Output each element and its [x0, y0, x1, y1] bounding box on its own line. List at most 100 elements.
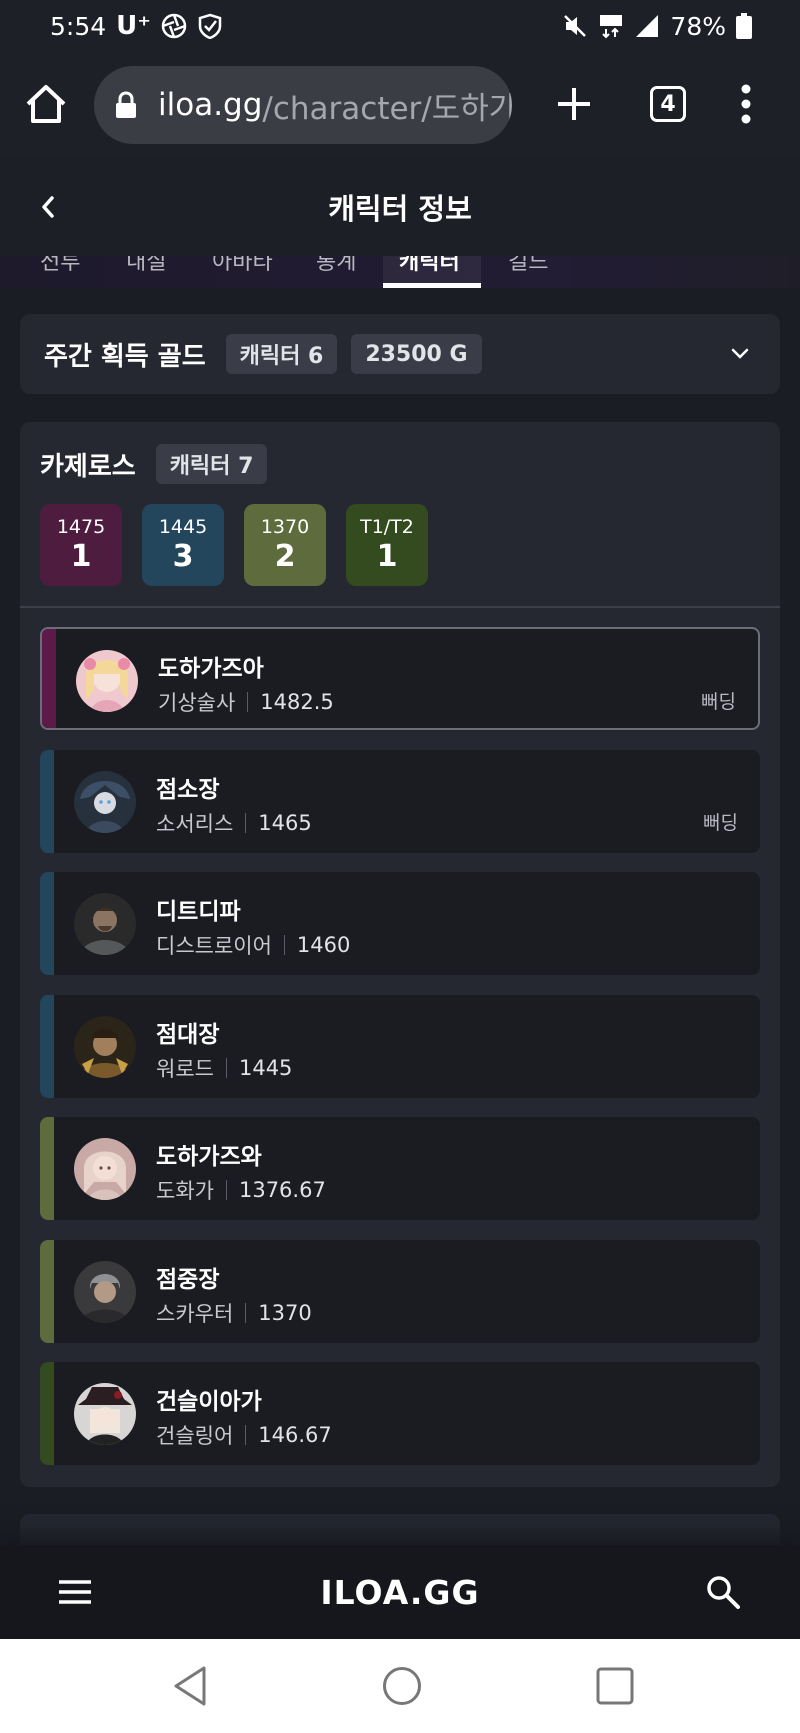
- character-item-level: 146.67: [258, 1423, 332, 1447]
- character-name: 점중장: [156, 1266, 220, 1293]
- character-item[interactable]: 도하가즈와 도화가 1376.67: [40, 1117, 760, 1220]
- active-tab-indicator: [383, 283, 481, 288]
- tier-count: 1: [376, 539, 398, 574]
- character-list: 도하가즈아 기상술사 1482.5 뻐딩 점소장 소서리스 1465 뻐딩 디트…: [40, 627, 760, 1485]
- avatar: [74, 1015, 136, 1078]
- divider: [20, 606, 780, 608]
- level-accent-bar: [40, 1117, 54, 1220]
- character-class: 도화가: [156, 1179, 214, 1203]
- level-accent-bar: [40, 1362, 54, 1465]
- new-tab-icon[interactable]: [556, 86, 592, 122]
- lock-icon: [116, 91, 136, 118]
- avatar: [76, 650, 138, 712]
- separator: [283, 935, 285, 955]
- home-circle-icon[interactable]: [382, 1666, 422, 1706]
- tier-count: 3: [172, 539, 194, 574]
- character-name: 건슬이아가: [156, 1389, 262, 1415]
- tier-count: 2: [274, 539, 296, 574]
- character-item[interactable]: 건슬이아가 건슬링어 146.67: [40, 1362, 760, 1465]
- url-bar[interactable]: iloa.gg/character/도하가즈: [94, 66, 512, 144]
- character-class: 디스트로이어: [156, 934, 272, 958]
- system-nav-bar: [0, 1639, 800, 1733]
- hamburger-menu-icon[interactable]: [58, 1579, 92, 1605]
- level-accent-bar: [40, 994, 54, 1098]
- character-item-level: 1482.5: [260, 690, 334, 714]
- separator: [245, 1425, 247, 1445]
- chevron-down-icon[interactable]: [730, 344, 750, 364]
- tier-box: 1475 1: [40, 504, 122, 586]
- back-arrow-icon[interactable]: [36, 190, 60, 224]
- server-name: 카제로스: [40, 451, 136, 482]
- shield-check-icon: [198, 13, 222, 39]
- tier-label: T1/T2: [360, 516, 414, 538]
- level-accent-bar: [40, 872, 54, 975]
- tab-characters[interactable]: 캐릭터: [399, 256, 460, 276]
- tier-summary: 1475 1 1445 3 1370 2 T1/T2 1: [40, 504, 428, 586]
- character-name: 점소장: [156, 776, 220, 803]
- separator: [225, 1057, 227, 1078]
- browser-toolbar: iloa.gg/character/도하가즈 4: [0, 52, 800, 158]
- page-title: 캐릭터 정보: [328, 192, 472, 226]
- site-logo[interactable]: ILOA.GG: [320, 1573, 479, 1612]
- tier-box: T1/T2 1: [346, 504, 428, 586]
- back-triangle-icon[interactable]: [170, 1665, 210, 1707]
- lte-icon: [600, 15, 623, 39]
- character-item-level: 1445: [238, 1055, 293, 1080]
- battery-icon: [736, 13, 752, 39]
- signal-icon: [636, 15, 659, 37]
- character-class: 건슬링어: [156, 1424, 234, 1448]
- character-class: 워로드: [156, 1056, 214, 1081]
- character-item-level: 1460: [296, 933, 351, 957]
- home-icon[interactable]: [24, 82, 68, 126]
- battery-percent: 78%: [670, 11, 726, 41]
- character-name: 점대장: [156, 1021, 220, 1048]
- avatar: [74, 1138, 136, 1200]
- separator: [245, 812, 247, 833]
- status-bar: 5:54 U⁺ 78%: [0, 0, 800, 52]
- tab-avatar[interactable]: 아바타: [212, 256, 273, 276]
- site-bottom-nav: ILOA.GG: [0, 1545, 800, 1639]
- character-item[interactable]: 점대장 워로드 1445: [40, 994, 760, 1098]
- tab-battle[interactable]: 전투: [40, 256, 80, 276]
- weekly-gold-card[interactable]: 주간 획득 골드 캐릭터 6 23500 G: [20, 314, 780, 394]
- character-item[interactable]: 도하가즈아 기상술사 1482.5 뻐딩: [40, 627, 760, 730]
- tab-stats[interactable]: 통계: [316, 256, 356, 276]
- character-item[interactable]: 점소장 소서리스 1465 뻐딩: [40, 749, 760, 853]
- tier-box: 1370 2: [244, 504, 326, 586]
- url-host: iloa.gg: [158, 87, 263, 123]
- status-time: 5:54: [50, 11, 107, 41]
- tier-count: 1: [70, 539, 92, 574]
- server-character-count-chip: 캐릭터 7: [155, 444, 268, 484]
- avatar: [74, 893, 136, 955]
- bus-tag: 뻐딩: [701, 691, 736, 713]
- carrier-label: U⁺: [116, 11, 151, 41]
- search-icon[interactable]: [706, 1575, 740, 1609]
- level-accent-bar: [40, 749, 54, 853]
- separator: [247, 692, 249, 712]
- tab-guild[interactable]: 길드: [508, 256, 548, 276]
- overflow-menu-icon[interactable]: [738, 84, 754, 124]
- character-name: 도하가즈아: [158, 656, 264, 682]
- recent-apps-icon[interactable]: [596, 1667, 634, 1705]
- weekly-gold-title: 주간 획득 골드: [44, 341, 206, 372]
- separator: [245, 1302, 247, 1323]
- tier-label: 1475: [56, 516, 106, 538]
- gold-character-count-chip: 캐릭터 6: [225, 334, 338, 374]
- character-item-level: 1370: [258, 1300, 312, 1325]
- character-name: 도하가즈와: [156, 1144, 262, 1170]
- url-path: /character/도하가즈: [262, 90, 512, 127]
- character-class: 스카우터: [156, 1301, 234, 1326]
- bus-tag: 뻐딩: [703, 811, 738, 834]
- mute-icon: [564, 15, 587, 37]
- tab-switcher-button[interactable]: 4: [650, 86, 686, 122]
- section-tabs: 전투 내실 아바타 통계 캐릭터 길드: [0, 256, 800, 288]
- character-class: 소서리스: [156, 811, 234, 836]
- tier-label: 1445: [158, 516, 208, 538]
- level-accent-bar: [40, 1239, 54, 1343]
- tab-collection[interactable]: 내실: [126, 256, 166, 276]
- character-item[interactable]: 디트디파 디스트로이어 1460: [40, 872, 760, 975]
- tier-box: 1445 3: [142, 504, 224, 586]
- page-header: 캐릭터 정보: [0, 158, 800, 256]
- character-item[interactable]: 점중장 스카우터 1370: [40, 1239, 760, 1343]
- avatar: [74, 1383, 136, 1445]
